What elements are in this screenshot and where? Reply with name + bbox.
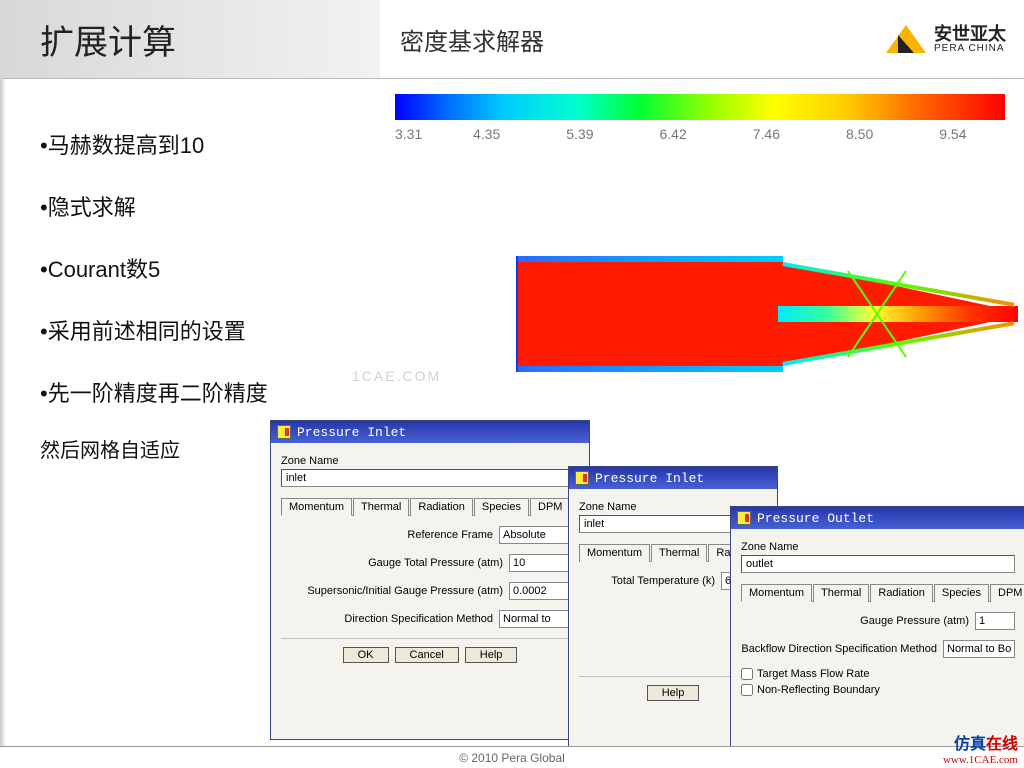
shear-top	[518, 256, 783, 262]
tab-thermal[interactable]: Thermal	[353, 498, 409, 516]
brand-word: 仿真	[954, 736, 986, 753]
header: 扩展计算 密度基求解器 安世亚太 PERA CHINA	[0, 0, 1024, 78]
help-button[interactable]: Help	[647, 685, 700, 701]
tab-momentum[interactable]: Momentum	[579, 544, 650, 562]
backflow-dir-select[interactable]	[943, 640, 1015, 658]
dialog-titlebar[interactable]: Pressure Outlet	[731, 507, 1024, 529]
tabs: Momentum Thermal Radiation Species DPM	[281, 497, 579, 516]
tick-label: 3.31	[395, 126, 405, 142]
tab-thermal[interactable]: Thermal	[651, 544, 707, 562]
tab-dpm[interactable]: DPM	[990, 584, 1024, 602]
brand-name-en: PERA CHINA	[934, 43, 1006, 54]
page-subtitle: 密度基求解器	[400, 22, 544, 57]
colorbar: 3.31 4.35 5.39 6.42 7.46 8.50 9.54 10.23	[395, 94, 1013, 142]
shear-bottom	[518, 366, 783, 372]
dialog-titlebar[interactable]: Pressure Inlet	[271, 421, 589, 443]
dialog-title: Pressure Inlet	[595, 471, 704, 486]
colorbar-gradient	[395, 94, 1005, 120]
ref-frame-label: Reference Frame	[407, 529, 493, 541]
brand-name-cn: 安世亚太	[934, 25, 1006, 43]
direction-select[interactable]	[499, 610, 579, 628]
page-title: 扩展计算	[40, 15, 176, 64]
bullet-item: •先一阶精度再二阶精度	[40, 376, 360, 408]
tick-label: 5.39	[566, 126, 593, 142]
dialog-title: Pressure Outlet	[757, 511, 874, 526]
zone-name-input[interactable]	[741, 555, 1015, 573]
target-mass-label: Target Mass Flow Rate	[757, 668, 869, 680]
tab-species[interactable]: Species	[934, 584, 989, 602]
logo-triangle-icon	[886, 25, 926, 53]
copyright: © 2010 Pera Global	[459, 751, 565, 765]
total-temp-label: Total Temperature (k)	[611, 575, 715, 587]
left-shade	[0, 78, 6, 746]
footer-brand: 仿真在线 www.1CAE.com	[943, 730, 1018, 766]
non-reflecting-label: Non-Reflecting Boundary	[757, 684, 880, 696]
zone-name-input[interactable]	[281, 469, 579, 487]
tick-label: 4.35	[473, 126, 500, 142]
brand-word: 在线	[986, 736, 1018, 753]
downstream-pattern	[778, 306, 1018, 322]
divider	[0, 78, 1024, 79]
zone-name-label: Zone Name	[741, 541, 1015, 553]
tab-momentum[interactable]: Momentum	[741, 584, 812, 602]
tab-species[interactable]: Species	[474, 498, 529, 516]
bullet-item: •隐式求解	[40, 190, 360, 222]
gauge-pressure-input[interactable]	[975, 612, 1015, 630]
app-icon	[737, 511, 751, 525]
supersonic-label: Supersonic/Initial Gauge Pressure (atm)	[307, 585, 503, 597]
bullet-item: •Courant数5	[40, 252, 360, 284]
dialog-titlebar[interactable]: Pressure Inlet	[569, 467, 777, 489]
tab-radiation[interactable]: Radiation	[870, 584, 932, 602]
direction-label: Direction Specification Method	[344, 613, 493, 625]
tick-label: 8.50	[846, 126, 873, 142]
ref-frame-select[interactable]	[499, 526, 579, 544]
pressure-outlet-dialog: Pressure Outlet Zone Name Momentum Therm…	[730, 506, 1024, 766]
backflow-dir-label: Backflow Direction Specification Method	[741, 643, 937, 655]
gauge-pressure-label: Gauge Pressure (atm)	[860, 615, 969, 627]
tab-thermal[interactable]: Thermal	[813, 584, 869, 602]
bullet-item: •马赫数提高到10	[40, 128, 360, 160]
tick-label: 9.54	[939, 126, 966, 142]
inlet-line	[516, 256, 518, 372]
gauge-total-label: Gauge Total Pressure (atm)	[368, 557, 503, 569]
dialog-title: Pressure Inlet	[297, 425, 406, 440]
tab-dpm[interactable]: DPM	[530, 498, 570, 516]
help-button[interactable]: Help	[465, 647, 518, 663]
pressure-inlet-dialog: Pressure Inlet Zone Name Momentum Therma…	[270, 420, 590, 740]
contour-plot	[398, 178, 1018, 416]
tab-radiation[interactable]: Radiation	[410, 498, 472, 516]
tab-momentum[interactable]: Momentum	[281, 498, 352, 516]
cancel-button[interactable]: Cancel	[395, 647, 459, 663]
colorbar-ticks: 3.31 4.35 5.39 6.42 7.46 8.50 9.54 10.23	[395, 126, 1013, 142]
brand-logo: 安世亚太 PERA CHINA	[886, 25, 1006, 54]
watermark: 1CAE.COM	[352, 368, 441, 384]
zone-name-label: Zone Name	[281, 455, 579, 467]
title-box: 扩展计算	[0, 0, 380, 78]
footer: © 2010 Pera Global	[0, 746, 1024, 768]
target-mass-checkbox[interactable]	[741, 668, 753, 680]
app-icon	[575, 471, 589, 485]
non-reflecting-checkbox[interactable]	[741, 684, 753, 696]
tick-label: 6.42	[660, 126, 687, 142]
tick-label: 7.46	[753, 126, 780, 142]
tabs: Momentum Thermal Radiation Species DPM	[741, 583, 1015, 602]
ok-button[interactable]: OK	[343, 647, 389, 663]
brand-url: www.1CAE.com	[943, 754, 1018, 766]
app-icon	[277, 425, 291, 439]
bullet-item: •采用前述相同的设置	[40, 314, 360, 346]
